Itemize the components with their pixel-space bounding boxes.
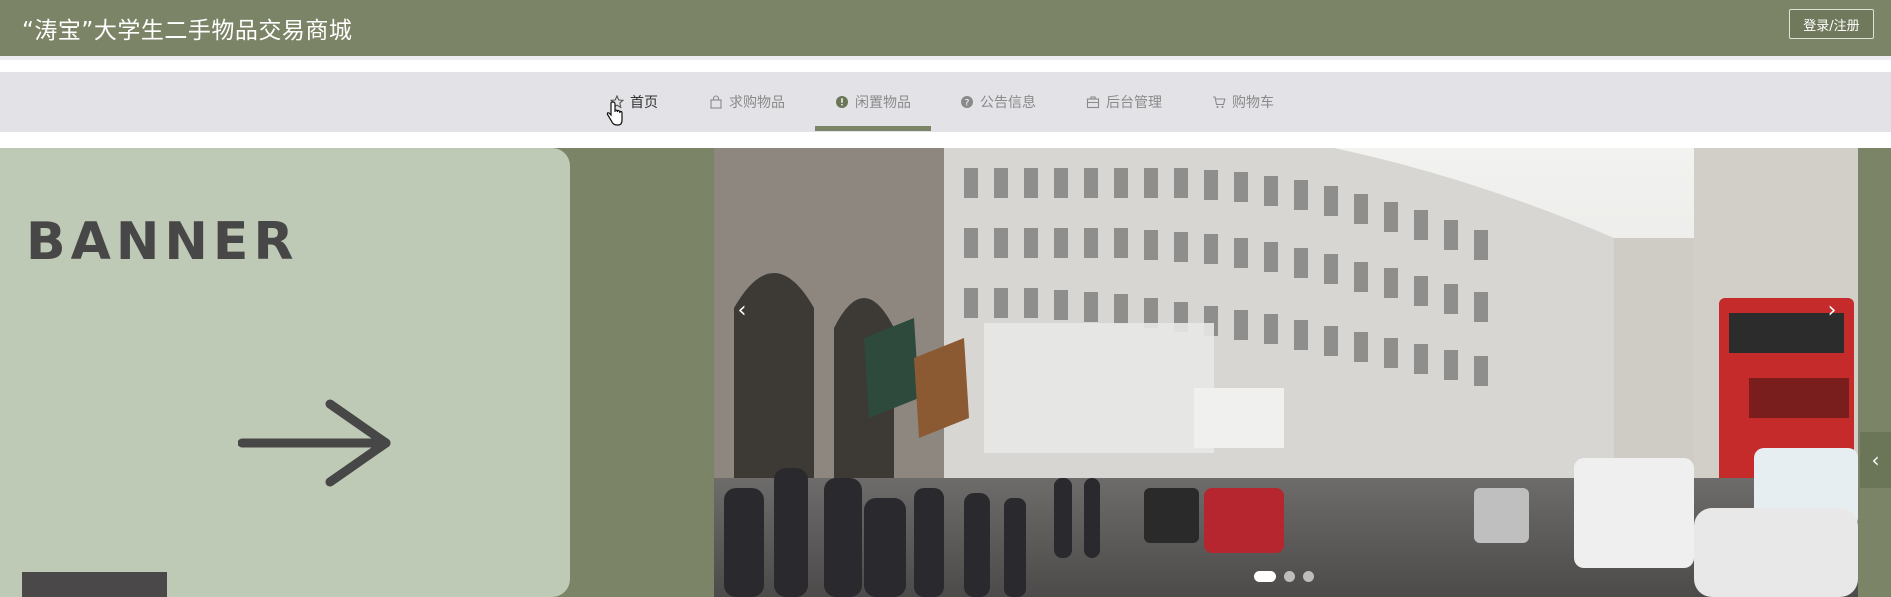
hand-pointer-icon [606,101,623,126]
header-divider [0,56,1891,60]
arrow-right-icon [238,399,391,487]
alert-circle-icon [835,95,849,109]
carousel-indicators [1254,571,1314,582]
login-register-button[interactable]: 登录/注册 [1789,9,1874,39]
svg-text:?: ? [965,99,970,109]
nav-item-cart[interactable]: 购物车 [1212,72,1274,132]
banner-decor-block [22,572,167,597]
nav-label: 闲置物品 [855,95,911,111]
banner-title: BANNER [26,212,299,272]
nav-label: 公告信息 [980,95,1036,111]
question-circle-icon: ? [960,95,974,109]
banner-carousel: BANNER ‹ › [0,148,1891,597]
nav-label: 购物车 [1232,95,1274,111]
nav-item-admin[interactable]: 后台管理 [1086,72,1162,132]
bag-icon [709,95,723,109]
carousel-dot[interactable] [1284,571,1295,582]
nav-label: 首页 [630,95,658,111]
site-title: “涛宝”大学生二手物品交易商城 [22,18,353,44]
nav-item-idle-goods[interactable]: 闲置物品 [835,72,911,132]
nav-item-wanted[interactable]: 求购物品 [709,72,785,132]
briefcase-icon [1086,95,1100,109]
cart-icon [1212,95,1226,109]
banner-card: BANNER [0,148,570,597]
active-tab-indicator [815,126,931,131]
main-nav: 首页 求购物品 闲置物品 ? 公告信息 后台管理 购物车 [0,72,1891,132]
nav-label: 求购物品 [729,95,785,111]
carousel-slide-image[interactable]: ‹ › [714,148,1858,597]
nav-label: 后台管理 [1106,95,1162,111]
top-header: “涛宝”大学生二手物品交易商城 登录/注册 [0,0,1891,56]
carousel-prev-button[interactable]: ‹ [730,298,754,323]
carousel-dot[interactable] [1254,571,1276,582]
nav-item-notices[interactable]: ? 公告信息 [960,72,1036,132]
carousel-dot[interactable] [1303,571,1314,582]
carousel-next-button[interactable]: › [1820,298,1844,323]
side-collapse-tab[interactable]: ‹ [1860,432,1891,488]
